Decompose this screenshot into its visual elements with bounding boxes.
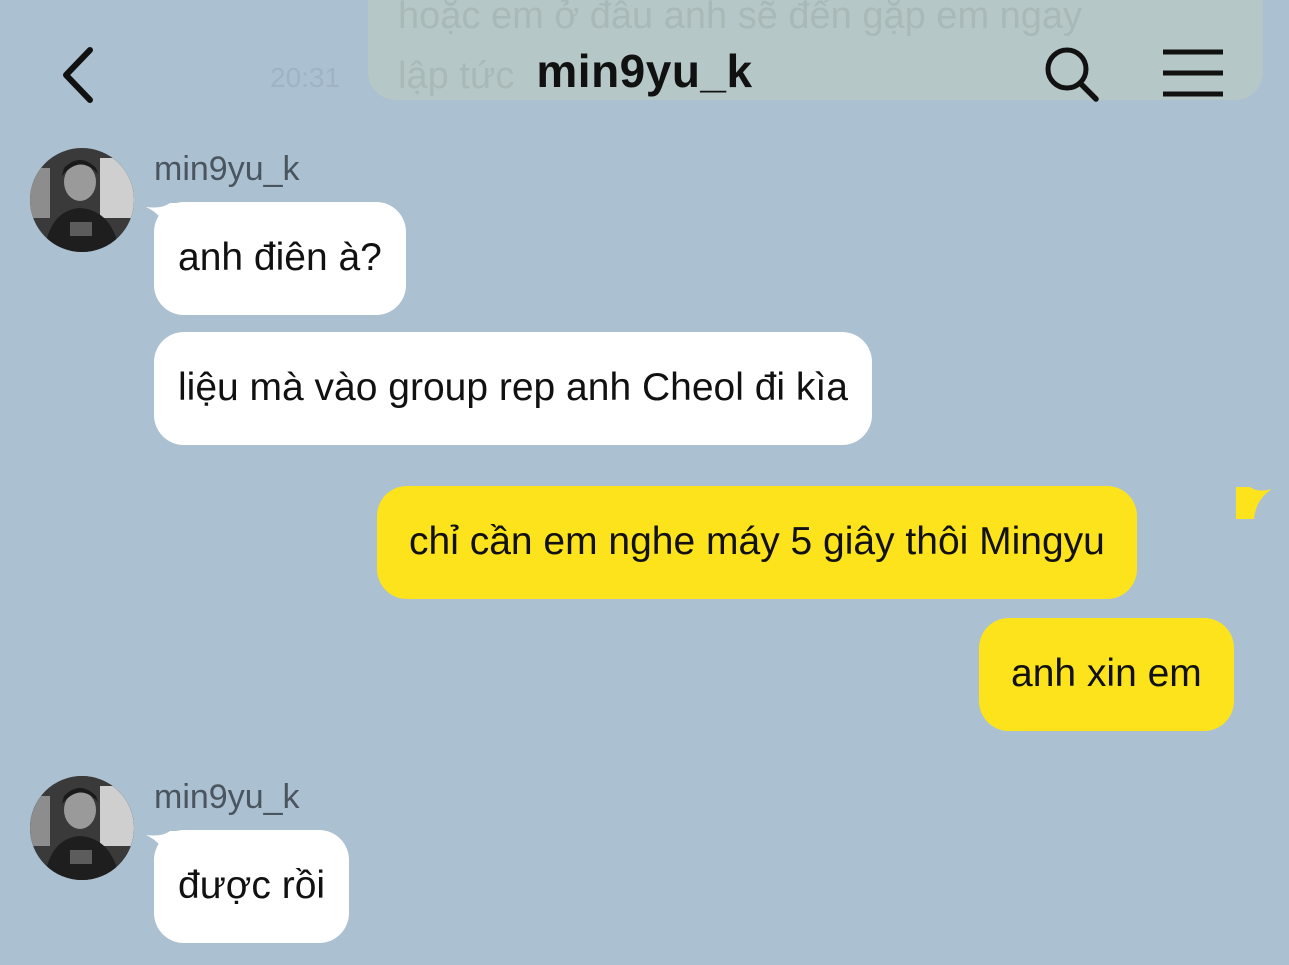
profile-photo-icon [30,148,134,252]
incoming-message-bubble[interactable]: anh điên à? [154,202,406,315]
outgoing-message-bubble[interactable]: chỉ cần em nghe máy 5 giây thôi Mingyu [377,486,1137,599]
menu-button[interactable] [1158,46,1228,102]
sender-name: min9yu_k [154,778,300,816]
hamburger-menu-icon [1163,49,1223,97]
outgoing-message-bubble[interactable]: anh xin em [979,618,1234,731]
bubble-tail [1236,487,1272,519]
chat-screen: hoặc em ở đâu anh sẽ đến gặp em ngay lập… [0,0,1289,965]
search-button[interactable] [1040,44,1104,104]
avatar[interactable] [30,148,134,252]
search-icon [1045,47,1099,102]
chat-header: min9yu_k [0,0,1289,140]
incoming-message-bubble[interactable]: liệu mà vào group rep anh Cheol đi kìa [154,332,872,445]
avatar[interactable] [30,776,134,880]
sender-name: min9yu_k [154,150,300,188]
profile-photo-icon [30,776,134,880]
incoming-message-bubble[interactable]: được rồi [154,830,350,943]
